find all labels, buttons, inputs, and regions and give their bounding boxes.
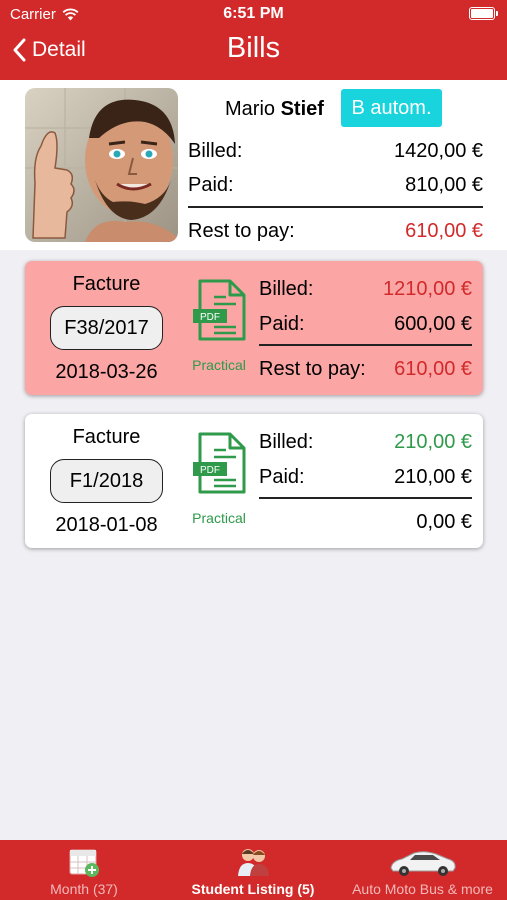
student-summary: Mario Stief B autom. Billed: 1420,00 € P… xyxy=(0,80,507,250)
bill-paid-label: Paid: xyxy=(259,466,305,488)
bill-date: 2018-01-08 xyxy=(55,514,158,536)
bill-rest-value: 610,00 € xyxy=(394,358,472,380)
car-icon xyxy=(389,851,456,876)
bill-billed-value: 210,00 € xyxy=(394,431,472,453)
bill-paid-label: Paid: xyxy=(259,313,305,335)
bill-category: Practical xyxy=(192,510,246,526)
bill-rest-label: Rest to pay: xyxy=(259,358,366,380)
pdf-label: PDF xyxy=(200,465,220,476)
bill-billed-row: Billed: 210,00 € xyxy=(259,431,472,454)
page-title: Bills xyxy=(226,32,281,64)
bill-category: Practical xyxy=(192,357,246,373)
students-icon xyxy=(238,849,269,876)
bill-number: F38/2017 xyxy=(50,306,163,350)
summary-billed-row: Billed: 1420,00 € xyxy=(188,140,483,163)
license-badge: B autom. xyxy=(341,89,442,127)
status-bar: Carrier 6:51 PM xyxy=(0,0,507,28)
tab-month-label: Month (37) xyxy=(50,881,118,897)
bill-rest-row: Rest to pay: 610,00 € xyxy=(259,358,472,381)
bill-paid-value: 210,00 € xyxy=(394,466,472,488)
student-avatar[interactable] xyxy=(25,88,178,242)
tab-auto-moto-label: Auto Moto Bus & more xyxy=(352,881,493,897)
summary-paid-row: Paid: 810,00 € xyxy=(188,174,483,197)
student-last-name: Stief xyxy=(280,98,324,120)
bill-title: Facture xyxy=(72,273,141,295)
bill-divider xyxy=(259,344,472,346)
pdf-icon[interactable]: PDF xyxy=(192,432,246,494)
calendar-add-icon xyxy=(69,849,99,877)
student-name: Mario Stief xyxy=(225,98,324,121)
bill-card[interactable]: Facture F38/2017 2018-03-26 PDF Practica… xyxy=(25,261,483,395)
bill-rest-row: 0,00 € xyxy=(259,511,472,534)
summary-billed-value: 1420,00 € xyxy=(394,140,483,162)
summary-rest-row: Rest to pay: 610,00 € xyxy=(188,220,483,243)
tab-student-listing[interactable]: Student Listing (5) xyxy=(168,840,338,900)
summary-rest-label: Rest to pay: xyxy=(188,220,295,242)
battery-icon xyxy=(469,7,498,20)
bill-paid-row: Paid: 210,00 € xyxy=(259,466,472,489)
bill-divider xyxy=(259,497,472,499)
tab-student-listing-label: Student Listing (5) xyxy=(191,881,315,897)
tab-bar: Month (37) Student Listing (5) Auto Moto… xyxy=(0,840,507,900)
summary-paid-label: Paid: xyxy=(188,174,234,196)
bill-billed-label: Billed: xyxy=(259,278,314,300)
bill-card[interactable]: Facture F1/2018 2018-01-08 PDF Practical… xyxy=(25,414,483,548)
pdf-label: PDF xyxy=(200,312,220,323)
bill-billed-value: 1210,00 € xyxy=(383,278,472,300)
bill-number: F1/2018 xyxy=(50,459,163,503)
summary-paid-value: 810,00 € xyxy=(405,174,483,196)
student-first-name: Mario xyxy=(225,98,276,120)
bill-billed-label: Billed: xyxy=(259,431,314,453)
bill-paid-row: Paid: 600,00 € xyxy=(259,313,472,336)
pdf-icon[interactable]: PDF xyxy=(192,279,246,341)
bill-rest-value: 0,00 € xyxy=(416,511,472,533)
summary-divider xyxy=(188,206,483,208)
summary-billed-label: Billed: xyxy=(188,140,243,162)
tab-month[interactable]: Month (37) xyxy=(0,840,168,900)
bill-billed-row: Billed: 1210,00 € xyxy=(259,278,472,301)
tab-auto-moto[interactable]: Auto Moto Bus & more xyxy=(338,840,507,900)
summary-rest-value: 610,00 € xyxy=(405,220,483,242)
bill-paid-value: 600,00 € xyxy=(394,313,472,335)
bill-date: 2018-03-26 xyxy=(55,361,158,383)
bill-title: Facture xyxy=(72,426,141,448)
status-time: 6:51 PM xyxy=(223,5,284,22)
navigation-bar: Carrier 6:51 PM Detail Bills xyxy=(0,0,507,80)
